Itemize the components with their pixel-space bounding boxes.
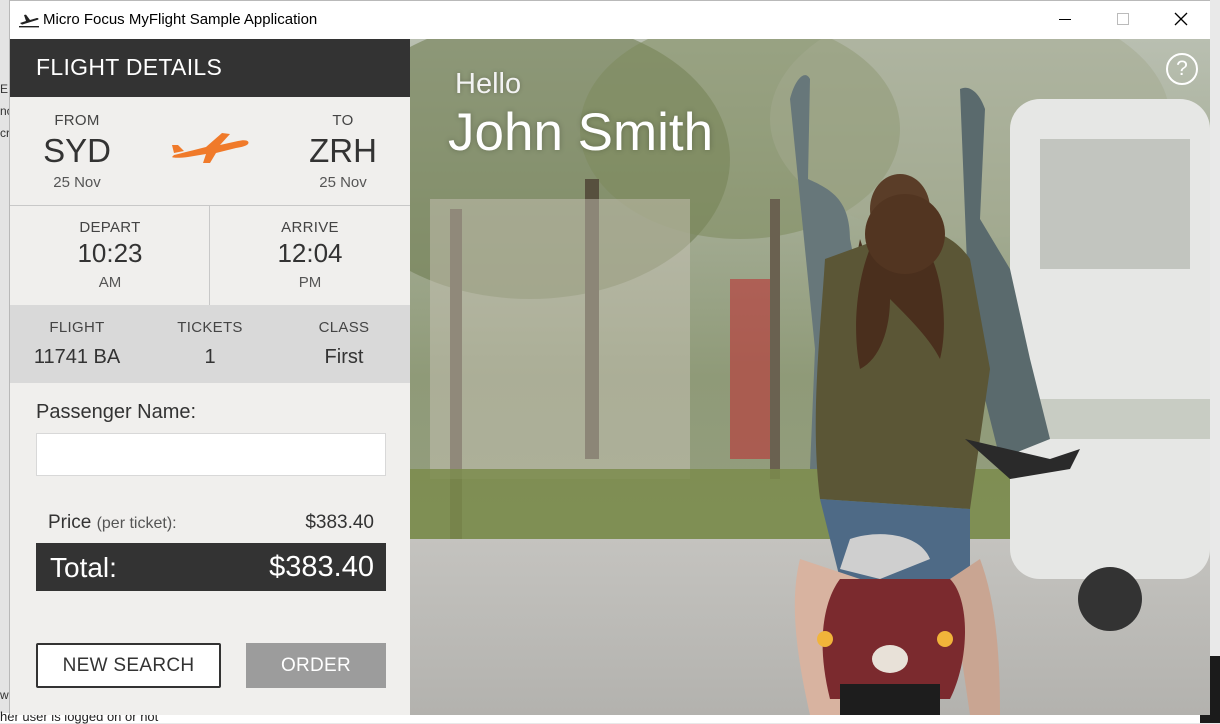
app-window: Micro Focus MyFlight Sample Application …: [9, 0, 1210, 715]
help-icon[interactable]: ?: [1166, 53, 1198, 85]
tickets-count: 1: [204, 346, 216, 368]
passenger-name-label: Passenger Name:: [36, 401, 197, 423]
window-title: Micro Focus MyFlight Sample Application: [43, 11, 318, 28]
help-glyph: ?: [1176, 57, 1188, 80]
to-label: TO: [332, 112, 354, 129]
price-label: Price (per ticket):: [48, 512, 177, 533]
from-label: FROM: [54, 112, 100, 129]
tickets-label: TICKETS: [177, 319, 243, 336]
flight-label: FLIGHT: [49, 319, 105, 336]
minimize-button[interactable]: [1036, 1, 1094, 37]
to-date: 25 Nov: [319, 174, 367, 191]
close-icon: [1174, 12, 1188, 26]
arrive-label: ARRIVE: [281, 219, 339, 236]
panel-title: FLIGHT DETAILS: [10, 39, 410, 97]
app-content: FLIGHT DETAILS FROM SYD 25 Nov TO ZRH 25…: [10, 39, 1210, 715]
hero-image: Hello John Smith ?: [410, 39, 1210, 715]
minimize-icon: [1059, 19, 1071, 20]
total-label: Total:: [50, 552, 117, 583]
passenger-name-input[interactable]: [36, 433, 386, 476]
airplane-icon: [172, 133, 249, 163]
desktop-background: E nc cr her user is logged on or not w M…: [0, 0, 1220, 724]
to-airport-code: ZRH: [309, 132, 377, 169]
maximize-button[interactable]: [1094, 1, 1152, 37]
total-price: $383.40: [269, 551, 374, 583]
flight-details-panel: FLIGHT DETAILS FROM SYD 25 Nov TO ZRH 25…: [10, 39, 410, 715]
arrive-ampm: PM: [298, 274, 322, 291]
total-bar: Total: $383.40: [36, 543, 386, 591]
from-date: 25 Nov: [53, 174, 101, 191]
price-per-ticket: $383.40: [305, 512, 374, 533]
order-button[interactable]: ORDER: [246, 643, 386, 688]
close-button[interactable]: [1152, 1, 1210, 37]
greeting-hello: Hello: [455, 68, 522, 100]
class-value: First: [324, 346, 364, 368]
flight-number: 11741 BA: [33, 346, 121, 368]
title-bar[interactable]: Micro Focus MyFlight Sample Application: [10, 1, 1210, 39]
depart-label: DEPART: [79, 219, 141, 236]
maximize-icon: [1117, 13, 1129, 25]
flight-info-band: FLIGHT 11741 BA TICKETS 1 CLASS First: [10, 305, 410, 383]
plane-takeoff-icon: [19, 14, 39, 28]
class-label: CLASS: [318, 319, 370, 336]
background-fragment: w: [0, 688, 9, 702]
divider: [209, 205, 210, 305]
depart-time: 10:23: [77, 238, 143, 268]
user-name: John Smith: [448, 103, 714, 162]
new-search-button[interactable]: NEW SEARCH: [36, 643, 221, 688]
depart-ampm: AM: [98, 274, 122, 291]
from-airport-code: SYD: [43, 132, 111, 169]
arrive-time: 12:04: [277, 238, 343, 268]
divider: [10, 205, 410, 206]
